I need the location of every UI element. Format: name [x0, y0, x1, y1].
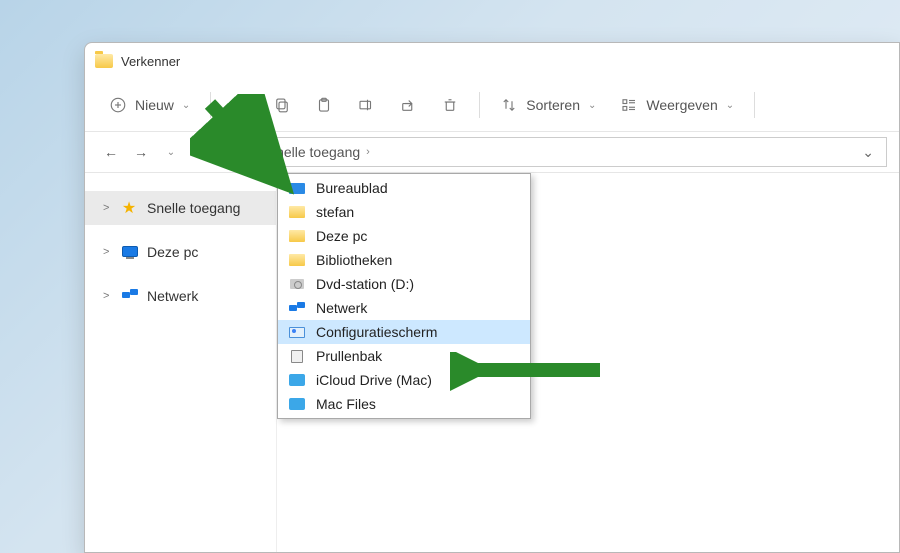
expand-chevron-icon[interactable]: > — [103, 290, 113, 302]
explorer-window: Verkenner Nieuw ⌄ Sorteren ⌄ — [84, 42, 900, 553]
folder-icon — [288, 396, 306, 412]
dropdown-item-control-panel[interactable]: Configuratiescherm — [278, 320, 530, 344]
star-icon: ★ — [121, 198, 139, 218]
cut-button[interactable] — [221, 90, 259, 120]
dropdown-item-label: Configuratiescherm — [316, 324, 437, 340]
rename-icon — [357, 96, 375, 114]
chevron-right-icon[interactable]: › — [366, 146, 370, 158]
network-icon — [288, 300, 306, 316]
sort-button[interactable]: Sorteren ⌄ — [490, 90, 606, 120]
dropdown-item-label: Deze pc — [316, 228, 367, 244]
dropdown-item-recycle-bin[interactable]: Prullenbak — [278, 344, 530, 368]
dvd-drive-icon — [288, 276, 306, 292]
copy-icon — [273, 96, 291, 114]
chevron-down-icon: ⌄ — [247, 147, 255, 158]
navigation-pane: > ★ Snelle toegang > Deze pc > Netwerk — [85, 173, 277, 552]
sidebar-item-network[interactable]: > Netwerk — [85, 279, 276, 313]
new-label: Nieuw — [135, 97, 174, 113]
dropdown-item-label: Bureaublad — [316, 180, 388, 196]
cut-icon — [231, 96, 249, 114]
expand-chevron-icon[interactable]: > — [103, 246, 113, 258]
back-button[interactable]: ← — [97, 138, 125, 166]
network-icon — [121, 288, 139, 304]
paste-button[interactable] — [305, 90, 343, 120]
dropdown-item-label: stefan — [316, 204, 354, 220]
dropdown-item-label: Mac Files — [316, 396, 376, 412]
dropdown-item-desktop[interactable]: Bureaublad — [278, 176, 530, 200]
address-bar[interactable]: ★ ⌄ Snelle toegang › ⌄ — [223, 137, 887, 167]
icloud-icon — [288, 372, 306, 388]
separator — [210, 92, 211, 118]
sort-icon — [500, 96, 518, 114]
chevron-down-icon: ⌄ — [182, 100, 190, 111]
command-bar: Nieuw ⌄ Sorteren ⌄ Weergeven — [85, 79, 899, 131]
view-icon — [620, 96, 638, 114]
up-button[interactable]: ↑ — [187, 138, 215, 166]
folder-icon — [95, 54, 113, 68]
folder-icon — [288, 204, 306, 220]
history-chevron[interactable]: ⌄ — [157, 138, 185, 166]
copy-button[interactable] — [263, 90, 301, 120]
sidebar-item-this-pc[interactable]: > Deze pc — [85, 235, 276, 269]
sidebar-item-label: Netwerk — [147, 288, 198, 304]
view-button[interactable]: Weergeven ⌄ — [610, 90, 744, 120]
dropdown-item-libraries[interactable]: Bibliotheken — [278, 248, 530, 272]
dropdown-item-label: Dvd-station (D:) — [316, 276, 414, 292]
dropdown-item-this-pc[interactable]: Deze pc — [278, 224, 530, 248]
breadcrumb-dropdown: Bureaublad stefan Deze pc Bibliotheken D… — [277, 173, 531, 419]
dropdown-item-dvd[interactable]: Dvd-station (D:) — [278, 272, 530, 296]
dropdown-item-label: Bibliotheken — [316, 252, 392, 268]
control-panel-icon — [288, 324, 306, 340]
new-button[interactable]: Nieuw ⌄ — [99, 90, 200, 120]
dropdown-item-icloud[interactable]: iCloud Drive (Mac) — [278, 368, 530, 392]
chevron-down-icon: ⌄ — [588, 100, 596, 111]
view-label: Weergeven — [646, 97, 717, 113]
navigation-bar: ← → ⌄ ↑ ★ ⌄ Snelle toegang › ⌄ — [85, 131, 899, 173]
window-title: Verkenner — [121, 54, 180, 69]
trash-icon — [288, 348, 306, 364]
breadcrumb-root-dropdown[interactable]: ★ ⌄ — [228, 138, 261, 166]
sort-label: Sorteren — [526, 97, 580, 113]
address-bar-history-chevron[interactable]: ⌄ — [854, 144, 882, 161]
folder-icon — [288, 228, 306, 244]
forward-button[interactable]: → — [127, 138, 155, 166]
share-button[interactable] — [389, 90, 427, 120]
desktop-icon — [288, 180, 306, 196]
dropdown-item-label: iCloud Drive (Mac) — [316, 372, 432, 388]
dropdown-item-network[interactable]: Netwerk — [278, 296, 530, 320]
paste-icon — [315, 96, 333, 114]
titlebar[interactable]: Verkenner — [85, 43, 899, 79]
breadcrumb-segment[interactable]: Snelle toegang — [267, 144, 360, 160]
plus-circle-icon — [109, 96, 127, 114]
pc-icon — [121, 244, 139, 260]
trash-icon — [441, 96, 459, 114]
chevron-down-icon: ⌄ — [726, 100, 734, 111]
star-icon: ★ — [231, 142, 245, 162]
dropdown-item-user-folder[interactable]: stefan — [278, 200, 530, 224]
delete-button[interactable] — [431, 90, 469, 120]
expand-chevron-icon[interactable]: > — [103, 202, 113, 214]
share-icon — [399, 96, 417, 114]
separator — [479, 92, 480, 118]
dropdown-item-mac-files[interactable]: Mac Files — [278, 392, 530, 416]
rename-button[interactable] — [347, 90, 385, 120]
separator — [754, 92, 755, 118]
sidebar-item-label: Deze pc — [147, 244, 198, 260]
dropdown-item-label: Netwerk — [316, 300, 367, 316]
folder-icon — [288, 252, 306, 268]
explorer-body: > ★ Snelle toegang > Deze pc > Netwerk B… — [85, 173, 899, 552]
sidebar-item-quick-access[interactable]: > ★ Snelle toegang — [85, 191, 276, 225]
dropdown-item-label: Prullenbak — [316, 348, 382, 364]
sidebar-item-label: Snelle toegang — [147, 200, 240, 216]
